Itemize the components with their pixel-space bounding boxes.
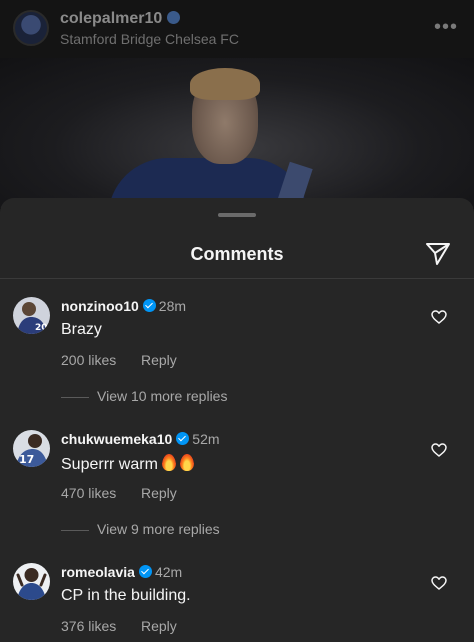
more-options-icon[interactable]: ••• bbox=[434, 16, 458, 39]
verified-badge-icon bbox=[142, 299, 156, 312]
post-author-username[interactable]: colepalmer10 bbox=[60, 10, 181, 28]
comments-sheet: Comments 20 nonzinoo10 28m Brazy 200 like… bbox=[0, 198, 474, 642]
view-replies-line bbox=[61, 397, 89, 398]
comment-text: Superrr warm bbox=[61, 454, 194, 474]
comment-likes[interactable]: 200 likes bbox=[61, 352, 116, 368]
fire-emoji-icon bbox=[179, 454, 194, 471]
avatar[interactable] bbox=[13, 563, 50, 600]
sheet-divider bbox=[0, 278, 474, 279]
fire-emoji-icon bbox=[161, 454, 176, 471]
comment-item: 17 chukwuemeka10 52m Superrr warm 470 lik… bbox=[0, 430, 474, 540]
post-location[interactable]: Stamford Bridge Chelsea FC bbox=[60, 31, 239, 47]
comment-username[interactable]: nonzinoo10 28m bbox=[61, 298, 186, 314]
post-photo bbox=[0, 58, 474, 208]
share-send-icon[interactable] bbox=[425, 242, 451, 266]
photo-player-hair bbox=[190, 68, 260, 100]
verified-badge-icon bbox=[138, 565, 152, 578]
view-more-replies-button[interactable]: View 10 more replies bbox=[97, 388, 227, 404]
svg-text:20: 20 bbox=[35, 323, 48, 333]
comment-username-text: nonzinoo10 bbox=[61, 298, 139, 314]
post-author-avatar[interactable] bbox=[13, 10, 49, 46]
verified-badge-icon bbox=[167, 11, 181, 24]
comment-likes[interactable]: 470 likes bbox=[61, 485, 116, 501]
avatar[interactable]: 17 bbox=[13, 430, 50, 467]
view-replies-line bbox=[61, 530, 89, 531]
comment-text-content: Superrr warm bbox=[61, 456, 158, 473]
comment-username-text: romeolavia bbox=[61, 564, 135, 580]
reply-button[interactable]: Reply bbox=[141, 352, 177, 368]
avatar-image bbox=[13, 563, 50, 600]
comments-title: Comments bbox=[190, 244, 284, 264]
like-heart-icon[interactable] bbox=[431, 310, 447, 324]
comment-text: CP in the building. bbox=[61, 587, 191, 604]
comment-timestamp: 52m bbox=[192, 431, 220, 447]
sheet-drag-handle[interactable] bbox=[218, 213, 256, 217]
view-more-replies-button[interactable]: View 9 more replies bbox=[97, 521, 220, 537]
like-heart-icon[interactable] bbox=[431, 576, 447, 590]
like-heart-icon[interactable] bbox=[431, 443, 447, 457]
comment-item: 20 nonzinoo10 28m Brazy 200 likes Reply V… bbox=[0, 297, 474, 407]
verified-badge-icon bbox=[176, 432, 190, 445]
comment-timestamp: 28m bbox=[158, 298, 187, 314]
post-header: colepalmer10 Stamford Bridge Chelsea FC … bbox=[0, 0, 474, 58]
post-username-text: colepalmer10 bbox=[60, 10, 163, 27]
comment-likes[interactable]: 376 likes bbox=[61, 618, 116, 634]
comment-item: romeolavia 42m CP in the building. 376 li… bbox=[0, 563, 474, 642]
comment-username[interactable]: romeolavia 42m bbox=[61, 564, 182, 580]
comment-timestamp: 42m bbox=[154, 564, 183, 580]
reply-button[interactable]: Reply bbox=[141, 618, 177, 634]
comment-text: Brazy bbox=[61, 321, 102, 338]
avatar[interactable]: 20 bbox=[13, 297, 50, 334]
comment-username-text: chukwuemeka10 bbox=[61, 431, 173, 447]
svg-text:17: 17 bbox=[19, 453, 34, 466]
comment-username[interactable]: chukwuemeka10 52m bbox=[61, 431, 220, 447]
avatar-image: 17 bbox=[13, 430, 50, 467]
reply-button[interactable]: Reply bbox=[141, 485, 177, 501]
avatar-image: 20 bbox=[13, 297, 50, 334]
